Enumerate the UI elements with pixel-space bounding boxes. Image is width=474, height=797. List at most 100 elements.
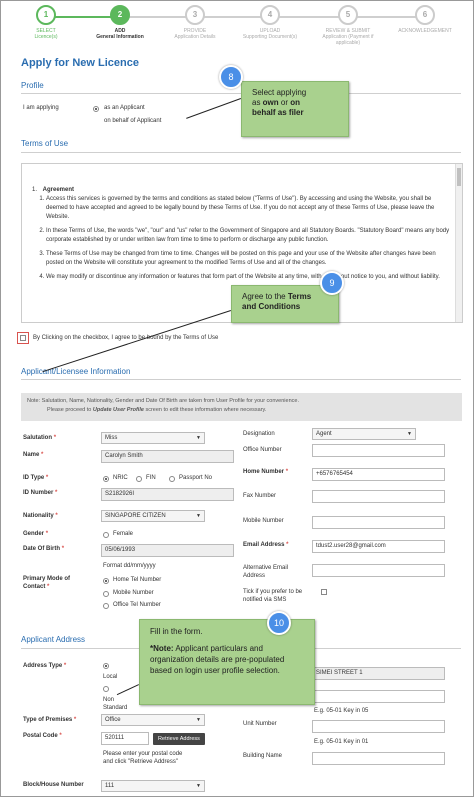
id-type-fin-radio[interactable]	[136, 476, 142, 482]
step-sublabel: Supporting Document(s)	[242, 34, 298, 40]
unit-hint-level: E.g. 05-01 Key in 05	[314, 708, 369, 714]
step-badge-10: 10	[267, 611, 291, 635]
salutation-select[interactable]: Miss ▼	[101, 432, 205, 444]
terms-heading: Terms of Use	[21, 139, 69, 148]
postal-code-field[interactable]: 520111	[101, 732, 149, 745]
divider	[21, 152, 461, 153]
step-1: 1 SELECT Licence(s)	[9, 5, 83, 40]
terms-text: 1. Agreement Access this services is gov…	[32, 186, 452, 287]
office-number-field[interactable]	[312, 444, 445, 457]
dob-field[interactable]: 05/06/1993	[101, 544, 234, 557]
update-profile-link[interactable]: Update User Profile	[93, 407, 144, 413]
dob-format-hint: Format dd/mm/yyyy	[103, 563, 156, 569]
note-line2-pre: Please proceed to	[47, 407, 93, 413]
email-label: Email Address *	[243, 542, 289, 548]
step-sublabel: Application Details	[174, 34, 216, 40]
gender-female-label: Female	[113, 531, 134, 537]
sms-checkbox[interactable]	[321, 589, 327, 595]
contact-home-radio[interactable]	[103, 578, 109, 584]
contact-mobile-label: Mobile Number	[113, 590, 154, 596]
behalf-option-label[interactable]: on behalf of Applicant	[104, 118, 161, 124]
note-line1: Note: Salutation, Name, Nationality, Gen…	[27, 398, 299, 404]
id-type-passport-radio[interactable]	[169, 476, 175, 482]
mobile-number-field[interactable]	[312, 516, 445, 529]
name-field[interactable]: Carolyn Smith	[101, 450, 234, 463]
building-name-field[interactable]	[312, 752, 445, 765]
terms-scrollbar[interactable]	[455, 164, 462, 322]
step-number: 4	[260, 5, 280, 25]
id-number-label: ID Number *	[23, 490, 58, 496]
sms-label: Tick if you prefer to be notified via SM…	[243, 589, 303, 603]
street-field[interactable]: SIMEI STREET 1	[312, 667, 445, 680]
id-type-fin-label: FIN	[146, 475, 156, 481]
postal-hint: Please enter your postal code and click …	[103, 751, 183, 765]
dob-label: Date Of Birth *	[23, 546, 65, 552]
address-heading: Applicant Address	[21, 635, 86, 644]
address-type-label: Address Type *	[23, 663, 67, 669]
mobile-number-label: Mobile Number	[243, 518, 284, 524]
step-label: ACKNOWLEDGEMENT	[398, 28, 452, 34]
step-number: 3	[185, 5, 205, 25]
profile-heading: Profile	[21, 81, 44, 90]
contact-home-label: Home Tel Number	[113, 577, 162, 583]
id-type-nric-radio[interactable]	[103, 476, 109, 482]
callout-arrow	[116, 684, 139, 696]
callout-arrow	[186, 98, 241, 119]
terms-item: In these Terms of Use, the words "we", "…	[46, 227, 452, 245]
contact-mobile-radio[interactable]	[103, 591, 109, 597]
step-4: 4 UPLOAD Supporting Document(s)	[233, 5, 307, 40]
unit-hint-unit: E.g. 05-01 Key in 01	[314, 739, 369, 745]
step-badge-9: 9	[320, 271, 344, 295]
unit-number-field[interactable]	[312, 720, 445, 733]
premises-label: Type of Premises *	[23, 717, 77, 723]
address-local-radio[interactable]	[103, 663, 109, 669]
id-type-passport-label: Passport No	[179, 475, 213, 481]
profile-note: Note: Salutation, Name, Nationality, Gen…	[21, 393, 462, 421]
agree-terms-checkbox[interactable]	[20, 335, 26, 341]
contact-office-radio[interactable]	[103, 603, 109, 609]
step-sublabel: Licence(s)	[34, 34, 58, 40]
step-number: 1	[36, 5, 56, 25]
contact-office-label: Office Tel Number	[113, 602, 161, 608]
fax-number-label: Fax Number	[243, 493, 277, 499]
terms-item: Access this services is governed by the …	[46, 195, 452, 222]
unit-level-field[interactable]	[312, 690, 445, 703]
step-5: 5 REVIEW & SUBMIT Application (Payment if …	[311, 5, 385, 46]
terms-item: We may modify or discontinue any informa…	[46, 273, 452, 282]
scrollbar-thumb[interactable]	[457, 168, 461, 186]
app-frame: 1 SELECT Licence(s) 2 ADD General Information…	[0, 0, 474, 797]
nationality-select[interactable]: SINGAPORE CITIZEN ▼	[101, 510, 205, 522]
gender-label: Gender *	[23, 531, 49, 537]
terms-item: These Terms of Use may be changed from t…	[46, 250, 452, 268]
address-local-label: Local	[103, 674, 118, 680]
applicant-radio[interactable]	[93, 106, 99, 112]
terms-item1-title: Agreement	[42, 187, 75, 193]
retrieve-address-button[interactable]: Retrieve Address	[153, 733, 205, 745]
block-select[interactable]: 111 ▼	[101, 780, 205, 792]
step-number: 6	[415, 5, 435, 25]
step-number: 2	[110, 5, 130, 25]
office-number-label: Office Number	[243, 447, 282, 453]
name-label: Name *	[23, 452, 44, 458]
alt-email-field[interactable]	[312, 564, 445, 577]
divider	[21, 379, 461, 380]
note-line2-post: screen to edit these information where n…	[143, 407, 267, 413]
contact-mode-label: Primary Mode of Contact *	[23, 576, 71, 590]
id-type-label: ID Type *	[23, 475, 49, 481]
gender-female-radio[interactable]	[103, 532, 109, 538]
email-field[interactable]: tdust2.user28@gmail.com	[312, 540, 445, 553]
fax-number-field[interactable]	[312, 490, 445, 503]
step-2: 2 ADD General Information	[83, 5, 157, 40]
callout-10: Fill in the form. *Note: Applicant parti…	[139, 619, 315, 705]
designation-label: Designation	[243, 431, 275, 437]
home-number-field[interactable]: +6576765454	[312, 468, 445, 481]
address-nonstd-radio[interactable]	[103, 686, 109, 692]
step-3: 3 PROVIDE Application Details	[158, 5, 232, 40]
designation-select[interactable]: Agent ▼	[312, 428, 416, 440]
id-number-field[interactable]: S2182926I	[101, 488, 234, 501]
unit-number-label: Unit Number	[243, 721, 277, 727]
home-number-label: Home Number *	[243, 469, 289, 475]
postal-code-label: Postal Code *	[23, 733, 62, 739]
premises-select[interactable]: Office ▼	[101, 714, 205, 726]
step-sublabel: General Information	[96, 34, 144, 40]
